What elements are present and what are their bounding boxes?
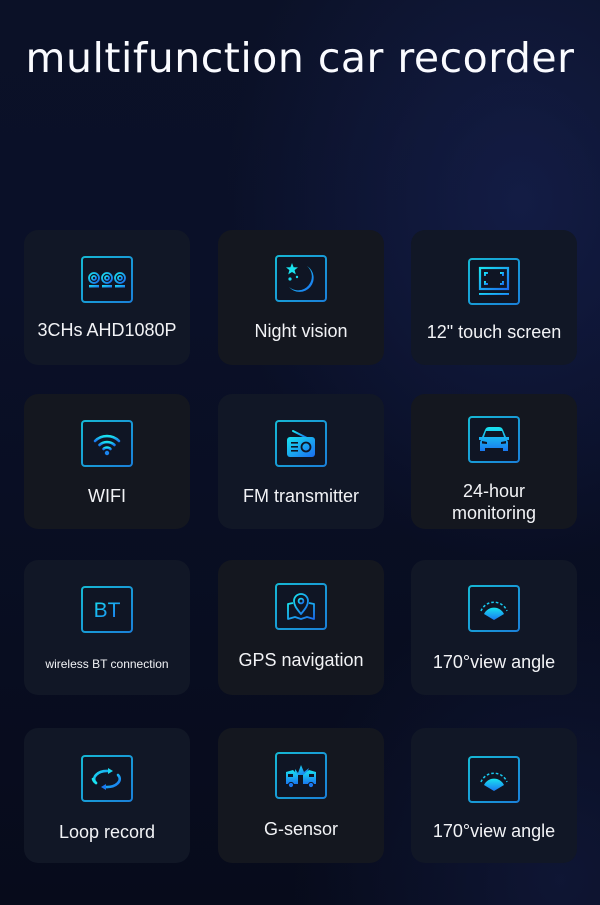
feature-label-line1: 24-hour bbox=[462, 481, 526, 501]
bt-icon-text: BT bbox=[94, 599, 121, 622]
feature-card-fm: FM transmitter bbox=[218, 394, 384, 529]
collision-icon bbox=[275, 752, 327, 799]
radio-icon bbox=[275, 420, 327, 467]
touch-screen-icon bbox=[468, 258, 520, 305]
feature-label: 3CHs AHD1080P bbox=[37, 320, 177, 340]
feature-card-night-vision: Night vision bbox=[218, 230, 384, 365]
loop-icon bbox=[81, 755, 133, 802]
feature-label: Loop record bbox=[58, 822, 156, 842]
feature-card-bt: BT wireless BT connection bbox=[24, 560, 190, 695]
feature-label: FM transmitter bbox=[242, 486, 359, 506]
feature-card-touch-screen: 12" touch screen bbox=[411, 230, 577, 365]
feature-card-24h: 24-hour monitoring bbox=[411, 394, 577, 529]
feature-label: WIFI bbox=[88, 486, 126, 506]
feature-card-view-angle-2: 170°view angle bbox=[411, 728, 577, 863]
feature-label: wireless BT connection bbox=[45, 657, 169, 671]
feature-card-3ch: 3CHs AHD1080P bbox=[24, 230, 190, 365]
feature-card-view-angle: 170°view angle bbox=[411, 560, 577, 695]
feature-label: G-sensor bbox=[263, 819, 339, 839]
feature-label-line2: monitoring bbox=[451, 503, 537, 523]
view-angle-icon bbox=[468, 585, 520, 632]
page-title: multifunction car recorder bbox=[25, 34, 575, 82]
feature-label: Night vision bbox=[254, 321, 348, 341]
wifi-icon bbox=[81, 420, 133, 467]
bluetooth-icon: BT bbox=[81, 586, 133, 633]
view-angle-icon bbox=[468, 756, 520, 803]
map-pin-icon bbox=[275, 583, 327, 630]
feature-label: 170°view angle bbox=[432, 652, 556, 672]
feature-card-loop: Loop record bbox=[24, 728, 190, 863]
feature-card-gps: GPS navigation bbox=[218, 560, 384, 695]
feature-label: 12" touch screen bbox=[426, 322, 562, 342]
moon-stars-icon bbox=[275, 255, 327, 302]
feature-label: 170°view angle bbox=[432, 821, 556, 841]
feature-card-g-sensor: G-sensor bbox=[218, 728, 384, 863]
feature-card-wifi: WIFI bbox=[24, 394, 190, 529]
three-cameras-icon bbox=[81, 256, 133, 303]
feature-label: GPS navigation bbox=[238, 650, 364, 670]
car-icon bbox=[468, 416, 520, 463]
